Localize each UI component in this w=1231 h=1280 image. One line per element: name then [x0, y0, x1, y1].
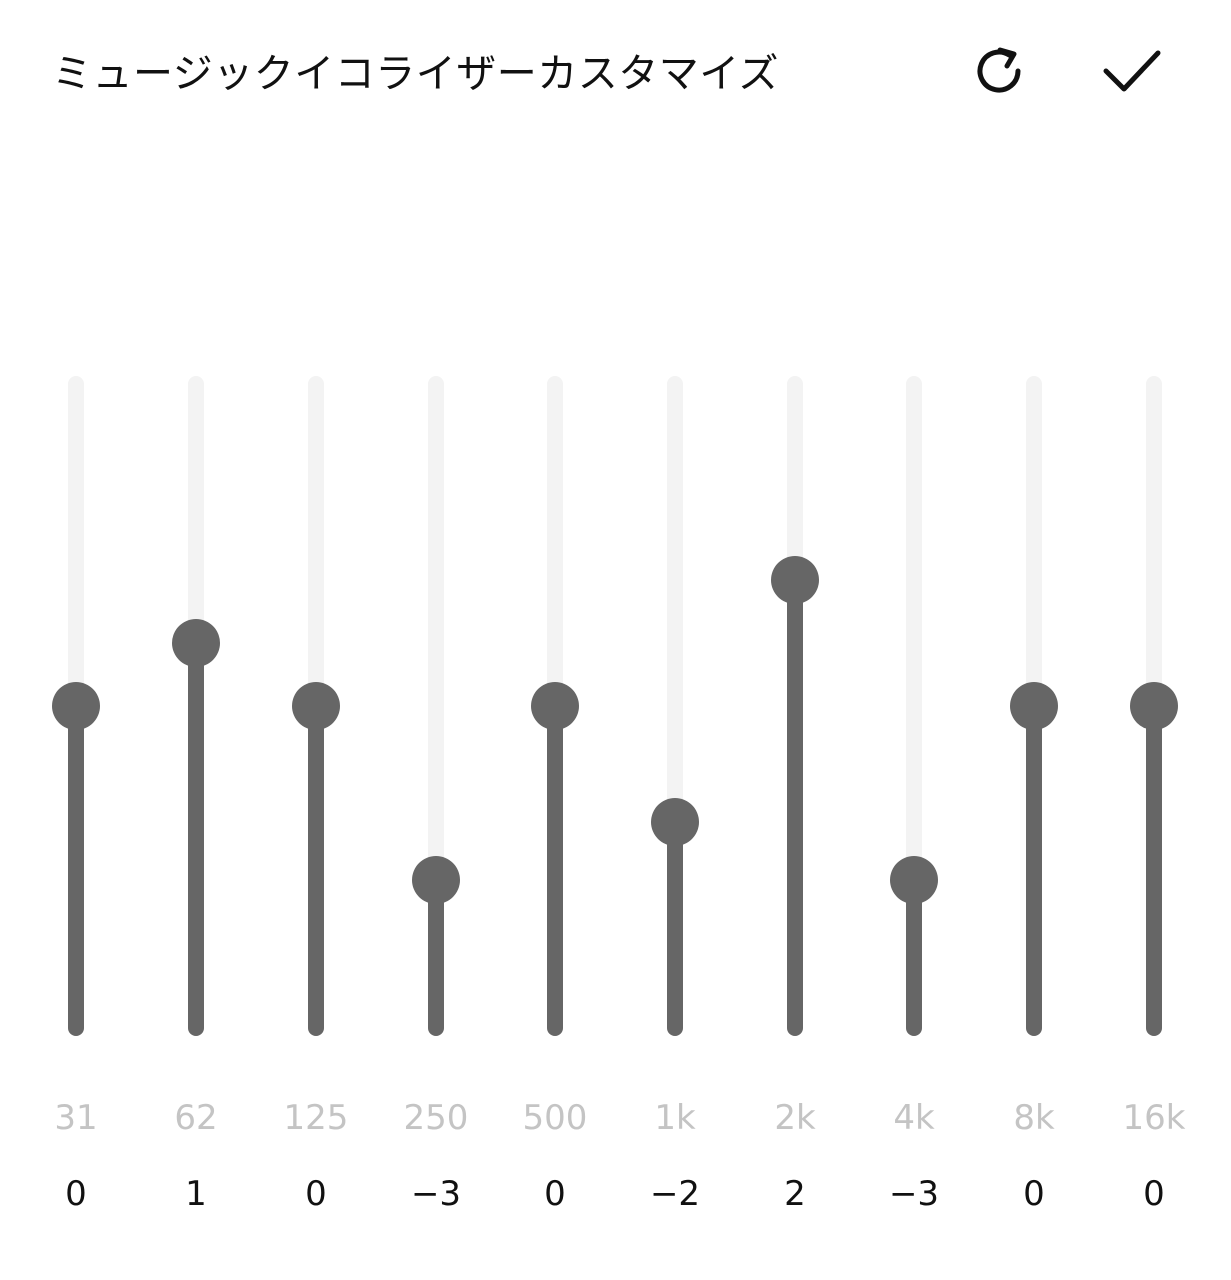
slider-knob[interactable]: [890, 856, 938, 904]
slider-knob[interactable]: [412, 856, 460, 904]
gain-value: −2: [649, 1174, 701, 1214]
gain-value: 0: [65, 1174, 87, 1214]
slider-knob[interactable]: [1010, 682, 1058, 730]
slider-fill: [1146, 706, 1162, 1036]
gain-value: 0: [1023, 1174, 1045, 1214]
frequency-label: 1k: [654, 1098, 696, 1138]
slider-knob[interactable]: [172, 619, 220, 667]
band-2k: 2k 2: [745, 0, 845, 1280]
slider-knob[interactable]: [771, 556, 819, 604]
band-8k: 8k 0: [984, 0, 1084, 1280]
band-31: 31 0: [26, 0, 126, 1280]
band-500: 500 0: [505, 0, 605, 1280]
gain-value: 1: [185, 1174, 207, 1214]
slider-fill: [188, 643, 204, 1036]
slider-knob[interactable]: [531, 682, 579, 730]
slider-fill: [308, 706, 324, 1036]
gain-value: 0: [544, 1174, 566, 1214]
band-16k: 16k 0: [1104, 0, 1204, 1280]
frequency-label: 4k: [893, 1098, 935, 1138]
band-1k: 1k −2: [625, 0, 725, 1280]
gain-value: −3: [888, 1174, 940, 1214]
band-125: 125 0: [266, 0, 366, 1280]
slider-knob[interactable]: [292, 682, 340, 730]
slider-fill: [787, 580, 803, 1036]
gain-value: 2: [784, 1174, 806, 1214]
gain-value: 0: [1143, 1174, 1165, 1214]
slider-fill: [68, 706, 84, 1036]
frequency-label: 250: [403, 1098, 469, 1138]
slider-fill: [1026, 706, 1042, 1036]
equalizer-bands: 31 0 62 1 125 0 250 −3 500 0 1k −2 2k 2 …: [0, 0, 1231, 1280]
band-250: 250 −3: [386, 0, 486, 1280]
frequency-label: 31: [54, 1098, 98, 1138]
slider-fill: [667, 822, 683, 1036]
slider-knob[interactable]: [1130, 682, 1178, 730]
frequency-label: 125: [283, 1098, 349, 1138]
slider-fill: [547, 706, 563, 1036]
gain-value: 0: [305, 1174, 327, 1214]
slider-knob[interactable]: [52, 682, 100, 730]
gain-value: −3: [410, 1174, 462, 1214]
band-62: 62 1: [146, 0, 246, 1280]
band-4k: 4k −3: [864, 0, 964, 1280]
frequency-label: 8k: [1013, 1098, 1055, 1138]
frequency-label: 500: [522, 1098, 588, 1138]
slider-knob[interactable]: [651, 798, 699, 846]
frequency-label: 2k: [774, 1098, 816, 1138]
frequency-label: 62: [174, 1098, 218, 1138]
frequency-label: 16k: [1122, 1098, 1186, 1138]
